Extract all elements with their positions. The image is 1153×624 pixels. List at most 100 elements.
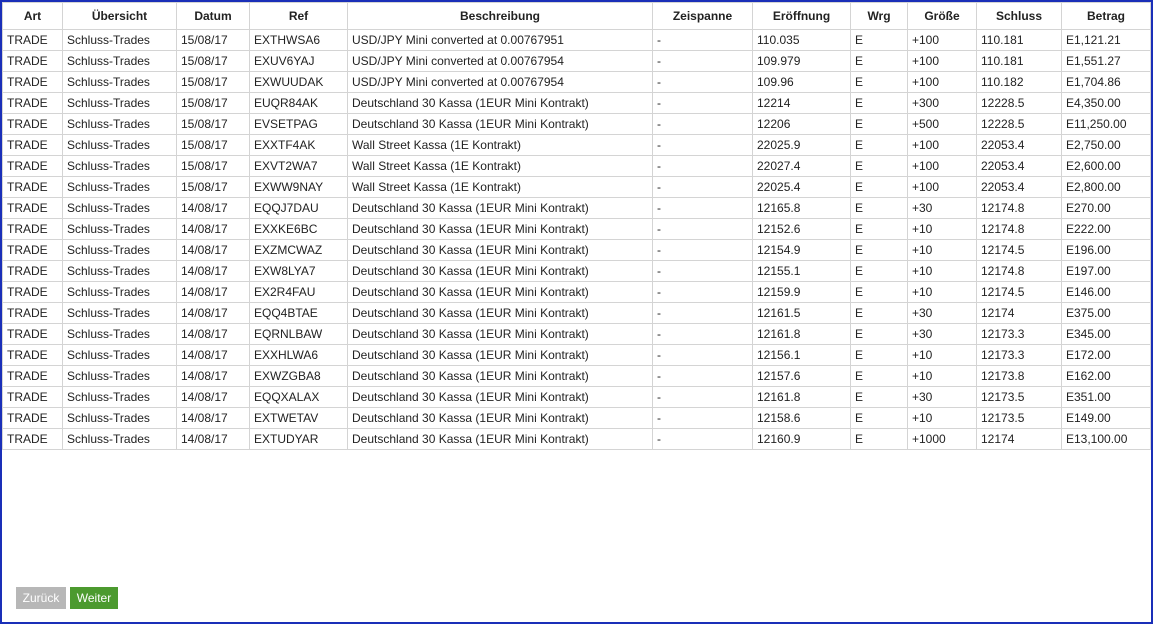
cell-col-groesse: +100 [907,29,977,51]
cell-col-zeispanne: - [652,260,753,282]
header-col-groesse: Größe [907,2,977,30]
cell-col-ref: EXWUUDAK [249,71,348,93]
cell-col-zeispanne: - [652,302,753,324]
cell-col-art: TRADE [2,302,63,324]
cell-col-wrg: E [850,365,908,387]
cell-col-ref: EXTWETAV [249,407,348,429]
cell-col-art: TRADE [2,113,63,135]
cell-col-datum: 15/08/17 [176,71,250,93]
table-row: TRADE Schluss-Trades 14/08/17 EQQJ7DAU Deuts… [2,197,1151,219]
cell-col-art: TRADE [2,239,63,261]
cell-col-schluss: 12174.8 [976,218,1062,240]
cell-col-eroeffnung: 12214 [752,92,851,114]
cell-col-datum: 14/08/17 [176,260,250,282]
cell-col-uebersicht: Schluss-Trades [62,29,177,51]
cell-col-wrg: E [850,302,908,324]
cell-col-datum: 15/08/17 [176,155,250,177]
cell-col-wrg: E [850,281,908,303]
cell-col-ref: EXWZGBA8 [249,365,348,387]
cell-col-schluss: 12173.5 [976,407,1062,429]
table-row: TRADE Schluss-Trades 14/08/17 EXW8LYA7 Deuts… [2,260,1151,282]
cell-col-uebersicht: Schluss-Trades [62,176,177,198]
header-col-datum: Datum [176,2,250,30]
cell-col-zeispanne: - [652,197,753,219]
cell-col-groesse: +30 [907,386,977,408]
cell-col-datum: 14/08/17 [176,386,250,408]
cell-col-eroeffnung: 12155.1 [752,260,851,282]
cell-col-schluss: 110.181 [976,29,1062,51]
cell-col-ref: EXUV6YAJ [249,50,348,72]
cell-col-groesse: +30 [907,197,977,219]
cell-col-uebersicht: Schluss-Trades [62,71,177,93]
cell-col-schluss: 110.182 [976,71,1062,93]
cell-col-betrag: E2,750.00 [1061,134,1151,156]
cell-col-beschreibung: USD/JPY Mini converted at 0.00767951 [347,29,653,51]
cell-col-eroeffnung: 12156.1 [752,344,851,366]
cell-col-betrag: E172.00 [1061,344,1151,366]
cell-col-beschreibung: Deutschland 30 Kassa (1EUR Mini Kontrakt… [347,197,653,219]
header-col-ref: Ref [249,2,348,30]
cell-col-beschreibung: Deutschland 30 Kassa (1EUR Mini Kontrakt… [347,302,653,324]
cell-col-groesse: +100 [907,134,977,156]
next-button[interactable]: Weiter [70,587,118,609]
back-button[interactable]: Zurück [16,587,66,609]
table-row: TRADE Schluss-Trades 14/08/17 EX2R4FAU Deuts… [2,281,1151,303]
table-row: TRADE Schluss-Trades 14/08/17 EXTUDYAR Deuts… [2,428,1151,450]
header-col-wrg: Wrg [850,2,908,30]
cell-col-art: TRADE [2,386,63,408]
cell-col-groesse: +10 [907,365,977,387]
cell-col-ref: EXW8LYA7 [249,260,348,282]
cell-col-beschreibung: Wall Street Kassa (1E Kontrakt) [347,134,653,156]
cell-col-ref: EQQJ7DAU [249,197,348,219]
cell-col-datum: 14/08/17 [176,365,250,387]
cell-col-datum: 14/08/17 [176,239,250,261]
cell-col-schluss: 22053.4 [976,176,1062,198]
cell-col-ref: EQQXALAX [249,386,348,408]
cell-col-wrg: E [850,323,908,345]
cell-col-art: TRADE [2,29,63,51]
cell-col-art: TRADE [2,260,63,282]
cell-col-schluss: 22053.4 [976,155,1062,177]
cell-col-eroeffnung: 12159.9 [752,281,851,303]
cell-col-wrg: E [850,344,908,366]
cell-col-schluss: 12173.3 [976,344,1062,366]
cell-col-art: TRADE [2,176,63,198]
table-body: TRADE Schluss-Trades 15/08/17 EXTHWSA6 USD/J… [2,29,1151,450]
cell-col-betrag: E2,600.00 [1061,155,1151,177]
cell-col-groesse: +10 [907,239,977,261]
cell-col-wrg: E [850,197,908,219]
cell-col-wrg: E [850,113,908,135]
cell-col-uebersicht: Schluss-Trades [62,302,177,324]
cell-col-datum: 14/08/17 [176,281,250,303]
cell-col-art: TRADE [2,218,63,240]
table-row: TRADE Schluss-Trades 14/08/17 EXTWETAV Deuts… [2,407,1151,429]
cell-col-beschreibung: USD/JPY Mini converted at 0.00767954 [347,50,653,72]
cell-col-zeispanne: - [652,365,753,387]
table-row: TRADE Schluss-Trades 14/08/17 EQQXALAX Deuts… [2,386,1151,408]
cell-col-uebersicht: Schluss-Trades [62,134,177,156]
cell-col-datum: 15/08/17 [176,176,250,198]
cell-col-zeispanne: - [652,344,753,366]
cell-col-art: TRADE [2,281,63,303]
cell-col-groesse: +10 [907,218,977,240]
cell-col-zeispanne: - [652,113,753,135]
cell-col-art: TRADE [2,197,63,219]
cell-col-art: TRADE [2,155,63,177]
cell-col-datum: 14/08/17 [176,428,250,450]
cell-col-uebersicht: Schluss-Trades [62,323,177,345]
cell-col-datum: 14/08/17 [176,197,250,219]
cell-col-zeispanne: - [652,428,753,450]
table-row: TRADE Schluss-Trades 15/08/17 EXVT2WA7 Wall … [2,155,1151,177]
cell-col-wrg: E [850,155,908,177]
cell-col-art: TRADE [2,50,63,72]
cell-col-betrag: E146.00 [1061,281,1151,303]
header-col-schluss: Schluss [976,2,1062,30]
cell-col-betrag: E13,100.00 [1061,428,1151,450]
cell-col-ref: EQRNLBAW [249,323,348,345]
cell-col-art: TRADE [2,71,63,93]
cell-col-wrg: E [850,218,908,240]
cell-col-uebersicht: Schluss-Trades [62,428,177,450]
cell-col-groesse: +10 [907,260,977,282]
cell-col-zeispanne: - [652,71,753,93]
cell-col-groesse: +30 [907,323,977,345]
